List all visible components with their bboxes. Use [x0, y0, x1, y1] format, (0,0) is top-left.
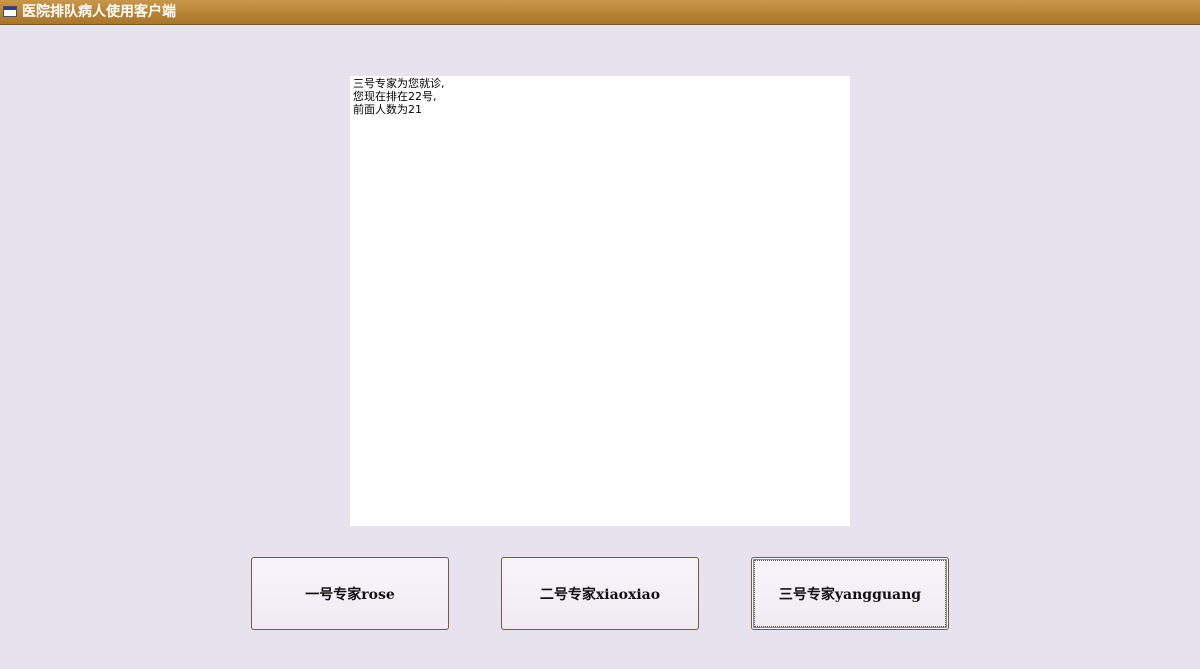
status-line: 三号专家为您就诊,: [353, 77, 445, 90]
window-icon: [3, 6, 17, 17]
status-line: 前面人数为21: [353, 103, 422, 116]
queue-status-textarea[interactable]: 三号专家为您就诊, 您现在排在22号, 前面人数为21: [350, 76, 850, 526]
expert-2-button[interactable]: 二号专家xiaoxiao: [501, 557, 699, 630]
expert-3-button[interactable]: 三号专家yangguang: [751, 557, 949, 630]
window-title: 医院排队病人使用客户端: [22, 4, 176, 20]
status-line: 您现在排在22号,: [353, 90, 437, 103]
expert-1-button[interactable]: 一号专家rose: [251, 557, 449, 630]
title-bar[interactable]: 医院排队病人使用客户端: [0, 0, 1200, 25]
